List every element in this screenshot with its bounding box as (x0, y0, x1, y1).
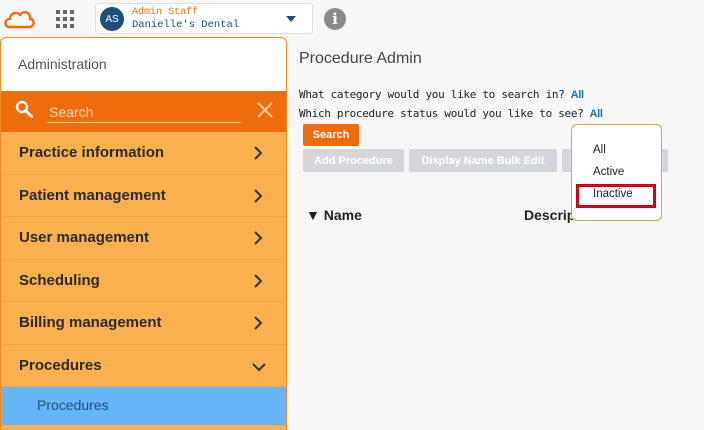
sidebar-item-label: Billing management (19, 314, 162, 331)
page-title: Procedure Admin (299, 50, 422, 67)
search-button[interactable]: Search (303, 124, 359, 146)
status-value-link[interactable]: All (590, 108, 603, 120)
sidebar-item-label: Scheduling (19, 271, 100, 289)
sidebar-title: Administration (1, 38, 286, 91)
caret-down-icon (286, 16, 296, 22)
chevron-down-icon (252, 362, 266, 371)
account-practice: Danielle's Dental (132, 19, 240, 31)
chevron-right-icon (254, 146, 263, 160)
sidebar-item-label: Procedures (19, 356, 102, 374)
cloud-logo-icon[interactable] (2, 6, 36, 32)
search-input[interactable] (47, 101, 241, 123)
sidebar-search (1, 91, 286, 132)
category-question: What category would you like to search i… (299, 88, 565, 101)
close-icon[interactable] (255, 100, 275, 120)
avatar: AS (100, 7, 124, 31)
sidebar-item-label: Practice information (19, 144, 165, 161)
column-header-description[interactable]: Descrip (524, 207, 575, 223)
account-switcher[interactable]: AS Admin Staff Danielle's Dental (95, 3, 313, 34)
status-question: Which procedure status would you like to… (299, 107, 584, 120)
sidebar-item-label: Patient management (19, 186, 166, 204)
top-bar: AS Admin Staff Danielle's Dental i (0, 0, 704, 38)
search-icon (15, 100, 33, 118)
dropdown-option-all[interactable]: All (593, 144, 606, 156)
chevron-right-icon (254, 231, 263, 245)
info-icon[interactable]: i (324, 8, 346, 30)
dropdown-option-active[interactable]: Active (593, 166, 624, 178)
sidebar-item-billing-management[interactable]: Billing management (1, 302, 286, 345)
display-name-bulk-edit-button[interactable]: Display Name Bulk Edit (409, 149, 557, 172)
column-header-name[interactable]: ▼ Name (306, 207, 362, 223)
chevron-right-icon (254, 316, 263, 330)
sidebar-item-user-management[interactable]: User management (1, 217, 286, 260)
apps-grid-icon[interactable] (56, 10, 74, 28)
chevron-right-icon (254, 273, 263, 288)
sidebar-item-procedures[interactable]: Procedures (1, 345, 286, 387)
sidebar-item-label: User management (19, 229, 150, 246)
add-procedure-button[interactable]: Add Procedure (303, 149, 404, 172)
sidebar-item-patient-management[interactable]: Patient management (1, 175, 286, 217)
category-value-link[interactable]: All (571, 89, 584, 101)
sidebar-item-practice-information[interactable]: Practice information (1, 132, 286, 175)
sidebar: Administration Practice information Pati… (0, 37, 287, 430)
sidebar-subitem-label: Procedures (37, 397, 109, 413)
highlight-box (576, 184, 656, 208)
account-role: Admin Staff (132, 7, 199, 18)
chevron-right-icon (254, 188, 263, 203)
sidebar-item-scheduling[interactable]: Scheduling (1, 260, 286, 302)
category-filter: What category would you like to search i… (299, 88, 584, 101)
sidebar-subitem-procedures[interactable]: Procedures (1, 387, 286, 425)
status-filter: Which procedure status would you like to… (299, 107, 603, 120)
